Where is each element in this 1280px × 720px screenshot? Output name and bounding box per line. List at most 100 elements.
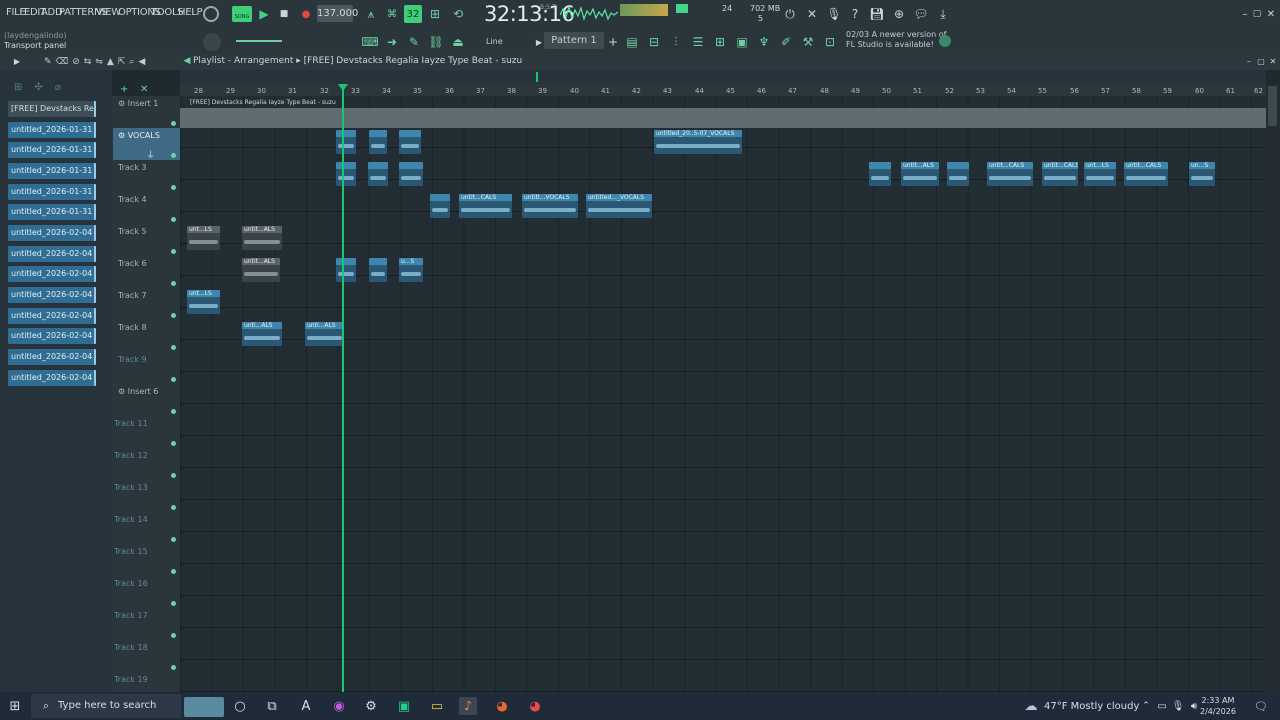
record-arm-icon[interactable]: ⏚ <box>146 148 155 161</box>
audio-clip[interactable] <box>430 194 450 218</box>
plugin-icon[interactable]: ⊕ <box>890 5 908 23</box>
taskbar-clock[interactable]: 2:33 AM 2/4/2026 <box>1200 695 1236 717</box>
help-icon[interactable]: ? <box>846 5 864 23</box>
track-enable-led[interactable] <box>171 377 176 382</box>
track-enable-led[interactable] <box>171 633 176 638</box>
track-enable-led[interactable] <box>171 217 176 222</box>
audio-clip[interactable]: untitled..._VOCALS <box>586 194 652 218</box>
audio-clip[interactable] <box>399 162 423 186</box>
track-name[interactable]: Track 18 <box>114 643 148 652</box>
cortana-icon[interactable]: ○ <box>231 697 249 715</box>
audio-clip[interactable]: untitled_20..5-07_VOCALS <box>654 130 742 154</box>
track-name[interactable]: Track 15 <box>114 547 148 556</box>
track-name[interactable]: Track 6 <box>118 259 147 268</box>
track-enable-led[interactable] <box>171 313 176 318</box>
fl-studio-icon[interactable]: ♪ <box>459 697 477 715</box>
file-explorer-icon[interactable]: ▭ <box>428 697 446 715</box>
audio-clip[interactable]: u...S <box>399 258 423 282</box>
microphone-icon[interactable]: 🎙︎ <box>825 5 843 23</box>
audio-clip[interactable]: untit...CALS <box>459 194 512 218</box>
master-volume-knob[interactable] <box>203 33 221 51</box>
track-name[interactable]: Track 4 <box>118 195 147 204</box>
track-enable-led[interactable] <box>171 345 176 350</box>
brush-icon[interactable]: ✐ <box>777 33 795 51</box>
track-enable-led[interactable] <box>171 569 176 574</box>
vertical-scrollbar[interactable] <box>1266 84 1280 692</box>
browser-item[interactable]: untitled_2026-02-04 01-... <box>8 308 96 324</box>
track-name[interactable]: Track 8 <box>118 323 147 332</box>
track-name[interactable]: Track 14 <box>114 515 148 524</box>
track-enable-led[interactable] <box>171 121 176 126</box>
browser-icon[interactable]: ⊞ <box>711 33 729 51</box>
track-name[interactable]: ⚙ VOCALS <box>118 131 160 140</box>
vertical-scroll-thumb[interactable] <box>1268 86 1277 126</box>
tools-icon[interactable]: ⚒ <box>799 33 817 51</box>
track-enable-led[interactable] <box>171 665 176 670</box>
track-enable-led[interactable] <box>171 153 176 158</box>
audio-clip[interactable] <box>947 162 969 186</box>
notification-icon[interactable]: 🗨︎ <box>1252 697 1270 715</box>
browser-item[interactable]: untitled_2026-01-31 00-... <box>8 163 96 179</box>
browser-item[interactable]: untitled_2026-01-31 00-... <box>8 122 96 138</box>
snap-selector[interactable]: Line <box>486 37 503 46</box>
settings-icon[interactable]: ⚙ <box>362 697 380 715</box>
task-view-icon[interactable]: ⧉ <box>263 697 281 715</box>
plugin-picker-icon[interactable]: ▣ <box>733 33 751 51</box>
audio-clip[interactable]: un...S <box>1189 162 1215 186</box>
mixer-view-icon[interactable]: ⫶ <box>667 33 685 51</box>
record-icon[interactable]: ● <box>297 5 315 23</box>
browser-item[interactable]: untitled_2026-02-04 00-... <box>8 266 96 282</box>
track-name[interactable]: Track 11 <box>114 419 148 428</box>
track-name[interactable]: Track 13 <box>114 483 148 492</box>
audio-clip-muted[interactable]: unt...LS <box>187 226 220 250</box>
overview-strip[interactable] <box>180 70 1266 84</box>
audio-clip[interactable]: untit...ALS <box>901 162 939 186</box>
audio-clip[interactable]: unti...ALS <box>242 322 282 346</box>
countdown-icon[interactable]: 32 <box>404 5 422 23</box>
browser-item[interactable]: untitled_2026-02-04 01-... <box>8 349 96 365</box>
master-pitch-slider[interactable] <box>236 40 282 42</box>
loop-record-icon[interactable]: ⟲ <box>449 5 467 23</box>
audio-clip[interactable] <box>369 258 387 282</box>
chat-icon[interactable]: 💬︎ <box>912 5 930 23</box>
audio-clip[interactable] <box>399 130 421 154</box>
playlist-close-icon[interactable]: ✕ <box>1264 54 1280 68</box>
playlist-menu-icon[interactable]: ▶ <box>8 54 26 68</box>
audio-clip[interactable] <box>368 162 388 186</box>
reset-icon[interactable]: ⏻ <box>781 5 799 23</box>
audio-clip[interactable]: unt...LS <box>187 290 220 314</box>
menu-help[interactable]: HELP <box>178 7 203 18</box>
track-enable-led[interactable] <box>171 505 176 510</box>
browser-app-icon[interactable]: ◉ <box>330 697 348 715</box>
remove-track-icon[interactable]: ✕ <box>140 84 148 95</box>
pattern-selector[interactable]: Pattern 1 <box>544 32 604 49</box>
app-icon[interactable]: A <box>297 697 315 715</box>
audio-clip-muted[interactable]: untit...ALS <box>242 258 280 282</box>
pencil-icon[interactable]: ✎ <box>405 33 423 51</box>
audio-clip[interactable]: untit...CALS <box>1042 162 1078 186</box>
playlist-icon[interactable]: ▤ <box>623 33 641 51</box>
download-icon[interactable]: ⤓ <box>934 5 952 23</box>
track-name[interactable]: ⚙ Insert 6 <box>118 387 158 396</box>
playhead-marker-icon[interactable] <box>338 84 348 91</box>
search-highlight-image[interactable] <box>184 697 224 717</box>
track-name[interactable]: Track 3 <box>118 163 147 172</box>
tempo-display[interactable]: 137.000 <box>317 5 358 22</box>
news-panel[interactable]: 02/03 A newer version of FL Studio is av… <box>846 30 946 50</box>
track-enable-led[interactable] <box>171 409 176 414</box>
play-icon[interactable]: ▶ <box>255 5 273 23</box>
online-icon[interactable] <box>939 35 951 47</box>
track-enable-led[interactable] <box>171 281 176 286</box>
audio-clip[interactable]: untit...CALS <box>987 162 1033 186</box>
audio-clip-muted[interactable]: untit...ALS <box>242 226 282 250</box>
browser-item-project[interactable]: [FREE] Devstacks Regali... <box>8 101 96 117</box>
browser-item[interactable]: untitled_2026-01-31 00-... <box>8 204 96 220</box>
audio-clip[interactable]: unt...LS <box>1084 162 1116 186</box>
browser-item[interactable]: untitled_2026-02-04 01-... <box>8 328 96 344</box>
browser-tools[interactable]: ⊞✣⌀ <box>14 82 73 93</box>
menu-file[interactable]: FILE <box>6 7 26 18</box>
track-name[interactable]: Track 9 <box>118 355 147 364</box>
browser-item[interactable]: untitled_2026-01-31 00-... <box>8 184 96 200</box>
track-name[interactable]: Track 19 <box>114 675 148 684</box>
windows-start-icon[interactable]: ⊞ <box>6 697 24 715</box>
